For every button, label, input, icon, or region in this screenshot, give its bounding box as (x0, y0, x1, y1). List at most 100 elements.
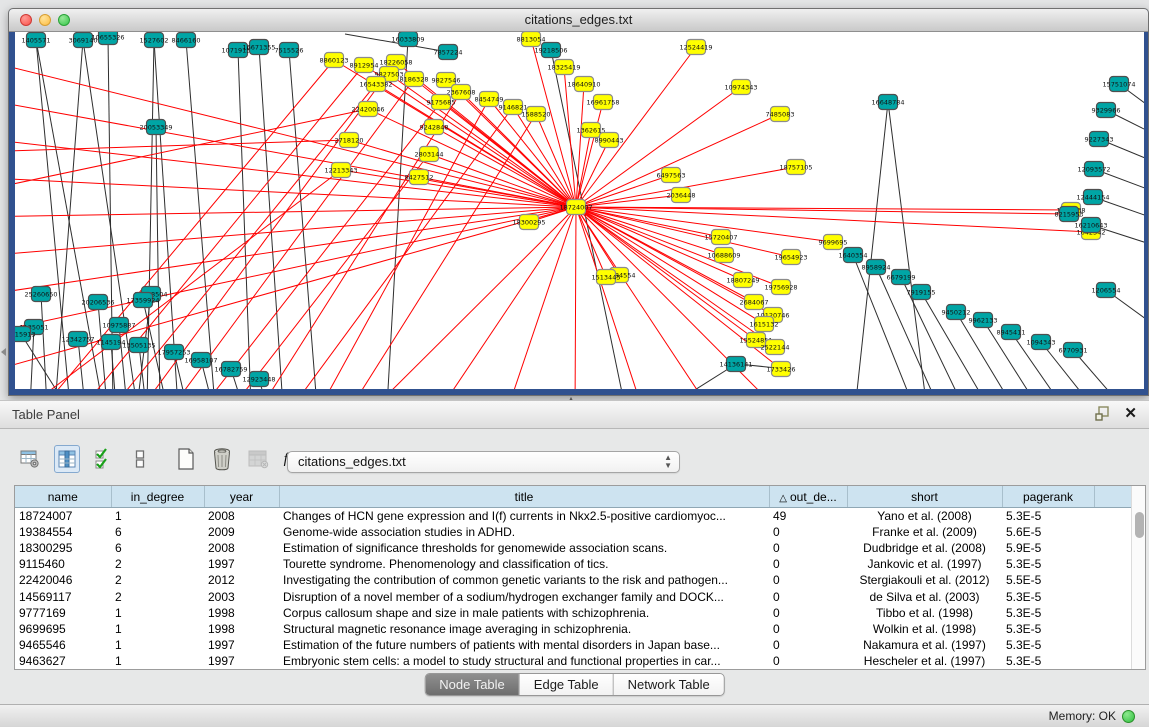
table-cell[interactable]: 0 (769, 556, 847, 572)
column-visibility-icon[interactable] (54, 445, 80, 473)
column-header-in_degree[interactable]: in_degree (111, 486, 204, 508)
table-cell[interactable]: 14569117 (15, 588, 111, 604)
table-cell[interactable]: Tibbo et al. (1998) (847, 605, 1002, 621)
table-cell[interactable] (1094, 653, 1131, 669)
table-cell[interactable]: Investigating the contribution of common… (279, 572, 769, 588)
table-cell[interactable]: Changes of HCN gene expression and I(f) … (279, 508, 769, 525)
table-cell[interactable]: 2 (111, 588, 204, 604)
table-cell[interactable]: 1 (111, 653, 204, 669)
table-cell[interactable]: 0 (769, 637, 847, 653)
table-cell[interactable]: Franke et al. (2009) (847, 524, 1002, 540)
network-node[interactable]: 1405571 (22, 33, 51, 48)
panel-collapse-handle[interactable] (1, 348, 6, 356)
network-node[interactable]: 15720407 (704, 230, 737, 245)
network-edge[interactable] (576, 102, 603, 207)
table-cell[interactable] (1094, 572, 1131, 588)
table-cell[interactable]: 18724007 (15, 508, 111, 525)
network-edge[interactable] (576, 175, 671, 207)
network-edge[interactable] (576, 140, 609, 207)
table-row[interactable]: 911546021997Tourette syndrome. Phenomeno… (15, 556, 1131, 572)
table-cell[interactable]: 2009 (204, 524, 279, 540)
network-edge[interactable] (15, 207, 576, 217)
table-row[interactable]: 2242004622012Investigating the contribut… (15, 572, 1131, 588)
table-cell[interactable]: 5.3E-5 (1002, 588, 1094, 604)
table-cell[interactable]: Yano et al. (2008) (847, 508, 1002, 525)
network-node[interactable]: 16648784 (871, 95, 904, 110)
network-node[interactable]: 2718120 (335, 133, 364, 148)
table-cell[interactable]: Structural magnetic resonance image aver… (279, 621, 769, 637)
network-node[interactable]: 20053349 (139, 120, 172, 135)
network-edge[interactable] (576, 207, 619, 275)
network-node[interactable]: 9450212 (942, 305, 971, 320)
table-cell[interactable]: 1 (111, 508, 204, 525)
table-cell[interactable]: 2012 (204, 572, 279, 588)
table-cell[interactable]: 22420046 (15, 572, 111, 588)
column-header-out_de...[interactable]: △out_de... (769, 486, 847, 508)
window-titlebar[interactable]: citations_edges.txt (9, 9, 1148, 32)
table-cell[interactable]: 6 (111, 524, 204, 540)
network-node[interactable]: 1733426 (767, 362, 796, 377)
network-edge[interactable] (238, 50, 251, 389)
column-header-name[interactable]: name (15, 486, 111, 508)
table-cell[interactable]: 2008 (204, 540, 279, 556)
float-panel-icon[interactable] (1095, 406, 1110, 421)
table-mode-icon[interactable] (128, 446, 152, 472)
network-edge[interactable] (855, 102, 888, 389)
table-cell[interactable]: 0 (769, 572, 847, 588)
column-header-pagerank[interactable]: pagerank (1002, 486, 1094, 508)
table-settings-icon[interactable] (18, 446, 42, 472)
network-node[interactable]: 12213343 (324, 163, 357, 178)
table-cell[interactable]: 1998 (204, 621, 279, 637)
table-cell[interactable]: Dudbridge et al. (2008) (847, 540, 1002, 556)
network-canvas[interactable]: 1872400788601238912954182260589827503165… (15, 32, 1144, 389)
table-cell[interactable]: Jankovic et al. (1997) (847, 556, 1002, 572)
network-edge[interactable] (876, 267, 940, 389)
table-cell[interactable]: Nakamura et al. (1997) (847, 637, 1002, 653)
network-node[interactable]: 12923448 (242, 372, 275, 387)
table-row[interactable]: 969969511998Structural magnetic resonanc… (15, 621, 1131, 637)
row-selection-icon[interactable] (92, 446, 116, 472)
table-cell[interactable]: 9115460 (15, 556, 111, 572)
tab-edge-table[interactable]: Edge Table (520, 674, 614, 695)
network-node[interactable]: 18640910 (567, 77, 600, 92)
table-cell[interactable]: 2 (111, 572, 204, 588)
table-cell[interactable]: 9777169 (15, 605, 111, 621)
table-cell[interactable] (1094, 605, 1131, 621)
network-node[interactable]: 18757105 (779, 160, 812, 175)
network-node[interactable]: 12444154 (1076, 190, 1109, 205)
table-cell[interactable]: Estimation of significance thresholds fo… (279, 540, 769, 556)
table-cell[interactable]: 5.3E-5 (1002, 621, 1094, 637)
network-edge[interactable] (289, 50, 317, 389)
table-cell[interactable] (1094, 621, 1131, 637)
table-row[interactable]: 1872400712008Changes of HCN gene express… (15, 508, 1131, 525)
minimize-window-button[interactable] (39, 14, 51, 26)
table-cell[interactable]: 49 (769, 508, 847, 525)
table-cell[interactable]: 0 (769, 540, 847, 556)
table-cell[interactable]: 5.3E-5 (1002, 637, 1094, 653)
table-cell[interactable]: 0 (769, 653, 847, 669)
table-cell[interactable]: 1 (111, 605, 204, 621)
network-node[interactable]: 9962133 (969, 313, 998, 328)
table-cell[interactable]: Tourette syndrome. Phenomenology and cla… (279, 556, 769, 572)
network-node[interactable]: 8945411 (997, 325, 1026, 340)
table-cell[interactable]: 5.3E-5 (1002, 653, 1094, 669)
table-cell[interactable]: 2008 (204, 508, 279, 525)
network-node[interactable]: 15751074 (1102, 77, 1135, 92)
network-edge[interactable] (15, 207, 576, 377)
table-scrollbar[interactable] (1131, 486, 1145, 669)
network-node[interactable]: 7515526 (275, 43, 304, 58)
table-cell[interactable]: 0 (769, 605, 847, 621)
network-edge[interactable] (434, 127, 576, 207)
network-node[interactable]: 6770931 (1059, 343, 1088, 358)
zoom-window-button[interactable] (58, 14, 70, 26)
table-cell[interactable] (1094, 588, 1131, 604)
table-cell[interactable]: 0 (769, 621, 847, 637)
network-node[interactable]: 8958924 (862, 260, 891, 275)
network-view-window[interactable]: citations_edges.txt 18724007886012389129… (8, 8, 1149, 396)
table-cell[interactable] (1094, 637, 1131, 653)
network-node[interactable]: 8466160 (172, 33, 201, 48)
table-cell[interactable]: 0 (769, 524, 847, 540)
network-edge[interactable] (575, 207, 576, 389)
table-row[interactable]: 946554611997Estimation of the future num… (15, 637, 1131, 653)
table-row[interactable]: 1456911722003Disruption of a novel membe… (15, 588, 1131, 604)
